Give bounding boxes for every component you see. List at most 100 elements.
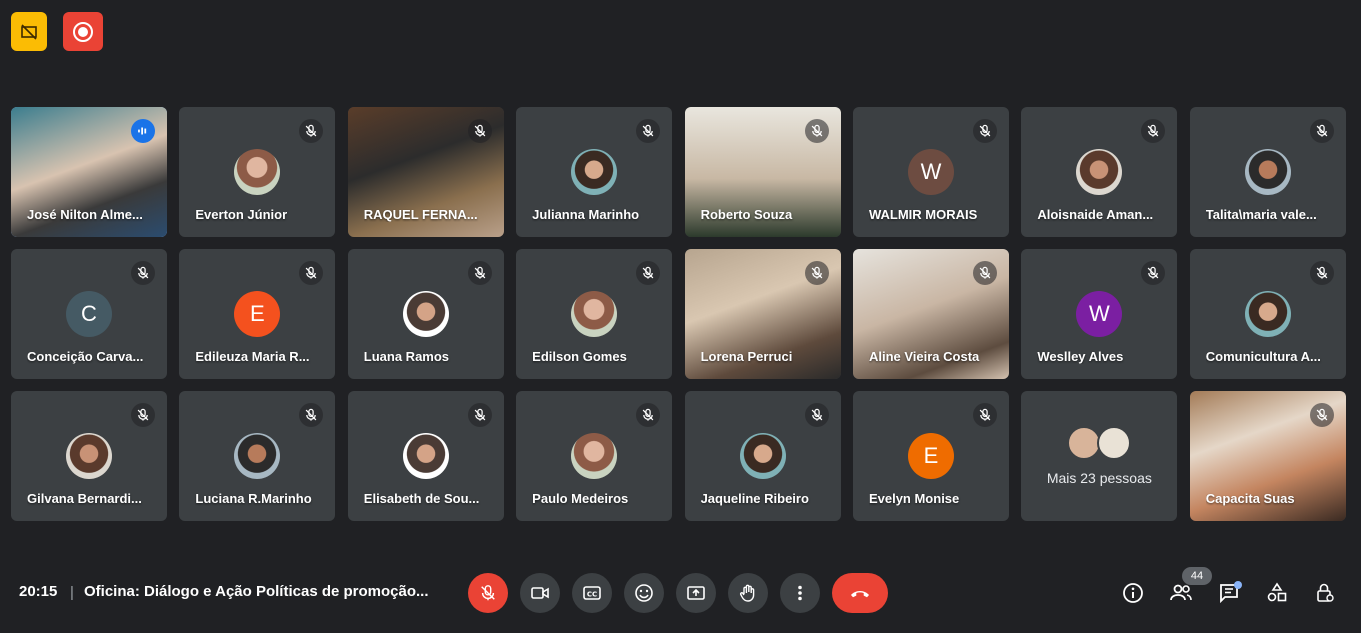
meeting-details-button[interactable] (1113, 573, 1153, 613)
mic-off-icon (1141, 119, 1166, 143)
info-icon (1123, 583, 1143, 603)
participant-name: Weslley Alves (1037, 349, 1124, 364)
mic-off-icon (467, 261, 492, 285)
mic-off-icon (299, 119, 324, 143)
participant-tile[interactable]: Aloisnaide Aman... (1021, 107, 1178, 237)
avatar (1076, 149, 1123, 195)
participant-tile[interactable]: Paulo Medeiros (516, 391, 673, 521)
avatar (234, 149, 281, 195)
host-controls-button[interactable] (1305, 573, 1345, 613)
avatar (402, 433, 449, 479)
participant-name: Edilson Gomes (532, 349, 627, 364)
raise-hand-button[interactable] (728, 573, 768, 613)
more-options-icon (798, 585, 802, 601)
participant-tile[interactable]: Edilson Gomes (516, 249, 673, 379)
no-presenting-icon[interactable] (11, 12, 47, 51)
mic-off-icon (481, 585, 495, 601)
participant-tile[interactable]: Luciana R.Marinho (179, 391, 336, 521)
mic-active-icon (131, 119, 155, 143)
participant-name: Gilvana Bernardi... (27, 491, 142, 506)
mic-off-icon (467, 119, 492, 143)
people-icon (1170, 584, 1192, 601)
avatar (66, 433, 112, 479)
activities-button[interactable] (1257, 573, 1297, 613)
leave-call-button[interactable] (832, 573, 888, 613)
mic-off-icon (299, 261, 324, 285)
captions-button[interactable]: CC (572, 573, 612, 613)
chat-button[interactable] (1209, 573, 1249, 613)
mic-off-icon (1309, 403, 1334, 427)
mic-off-icon (299, 403, 324, 427)
participant-tile[interactable]: E Evelyn Monise (852, 391, 1009, 521)
more-options-button[interactable] (780, 573, 820, 613)
participant-name: Luana Ramos (363, 349, 450, 364)
end-call-icon (851, 591, 869, 598)
mic-off-icon (972, 403, 997, 427)
more-participants-label: Mais 23 pessoas (1046, 470, 1152, 486)
participant-tile[interactable]: W WALMIR MORAIS (852, 107, 1009, 237)
participant-name: Elisabeth de Sou... (363, 491, 480, 506)
mic-off-icon (131, 261, 155, 285)
present-icon (687, 586, 705, 600)
participant-tile[interactable]: Talita\maria vale... (1189, 107, 1346, 237)
mic-off-icon (972, 261, 997, 285)
camera-toggle-button[interactable] (520, 573, 560, 613)
svg-text:CC: CC (587, 591, 597, 599)
activities-icon (1267, 582, 1287, 602)
mic-off-icon (804, 119, 829, 143)
participant-name: José Nilton Alme... (27, 207, 143, 222)
participant-name: Comunicultura A... (1205, 349, 1321, 364)
avatar (1244, 291, 1291, 337)
participant-name: Julianna Marinho (532, 207, 640, 222)
participant-tile[interactable]: Aline Vieira Costa (852, 249, 1009, 379)
participant-grid: José Nilton Alme... Everton Júnior RAQUEL … (11, 107, 1346, 521)
avatar-initial: W (907, 149, 954, 195)
participant-name: WALMIR MORAIS (868, 207, 978, 222)
participant-name: Conceição Carva... (27, 349, 144, 364)
participant-name: Capacita Suas (1205, 491, 1295, 506)
participant-tile[interactable]: W Weslley Alves (1021, 249, 1178, 379)
mic-off-icon (1309, 119, 1334, 143)
mic-off-icon (131, 403, 155, 427)
participant-tile[interactable]: Julianna Marinho (516, 107, 673, 237)
participant-name: Aloisnaide Aman... (1037, 207, 1154, 222)
participant-name: Edileuza Maria R... (195, 349, 310, 364)
mic-off-icon (804, 261, 829, 285)
meeting-title: Oficina: Diálogo e Ação Políticas de pro… (84, 583, 429, 600)
avatar-initial: E (234, 291, 281, 337)
participant-name: Luciana R.Marinho (195, 491, 312, 506)
raise-hand-icon (740, 584, 755, 602)
avatar (402, 291, 449, 337)
participant-tile[interactable]: Everton Júnior (179, 107, 336, 237)
participant-name: RAQUEL FERNA... (363, 207, 478, 222)
participant-tile[interactable]: Elisabeth de Sou... (347, 391, 504, 521)
participant-tile[interactable]: Comunicultura A... (1189, 249, 1346, 379)
avatar-initial: C (66, 291, 112, 337)
participant-tile[interactable]: José Nilton Alme... (11, 107, 167, 237)
participant-name: Everton Júnior (195, 207, 288, 222)
participant-tile[interactable]: Roberto Souza (684, 107, 841, 237)
more-participants-tile[interactable]: Mais 23 pessoas (1021, 391, 1178, 521)
participant-tile[interactable]: Capacita Suas (1189, 391, 1346, 521)
avatar (571, 433, 618, 479)
participant-tile[interactable]: Luana Ramos (347, 249, 504, 379)
participant-tile[interactable]: Gilvana Bernardi... (11, 391, 167, 521)
avatar (571, 149, 618, 195)
participant-tile[interactable]: E Edileuza Maria R... (179, 249, 336, 379)
mic-toggle-button[interactable] (468, 573, 508, 613)
reactions-button[interactable] (624, 573, 664, 613)
participant-tile[interactable]: Jaqueline Ribeiro (684, 391, 841, 521)
record-icon[interactable] (63, 12, 103, 51)
participant-tile[interactable]: Lorena Perruci (684, 249, 841, 379)
participant-name: Evelyn Monise (868, 491, 960, 506)
chat-notification-dot (1234, 581, 1242, 589)
participant-tile[interactable]: C Conceição Carva... (11, 249, 167, 379)
avatar (1097, 426, 1132, 460)
mic-off-icon (467, 403, 492, 427)
participant-name: Paulo Medeiros (532, 491, 629, 506)
participant-tile[interactable]: RAQUEL FERNA... (347, 107, 504, 237)
avatar (1067, 426, 1102, 460)
avatar-initial: W (1076, 291, 1123, 337)
present-screen-button[interactable] (676, 573, 716, 613)
avatar-initial: E (907, 433, 954, 479)
